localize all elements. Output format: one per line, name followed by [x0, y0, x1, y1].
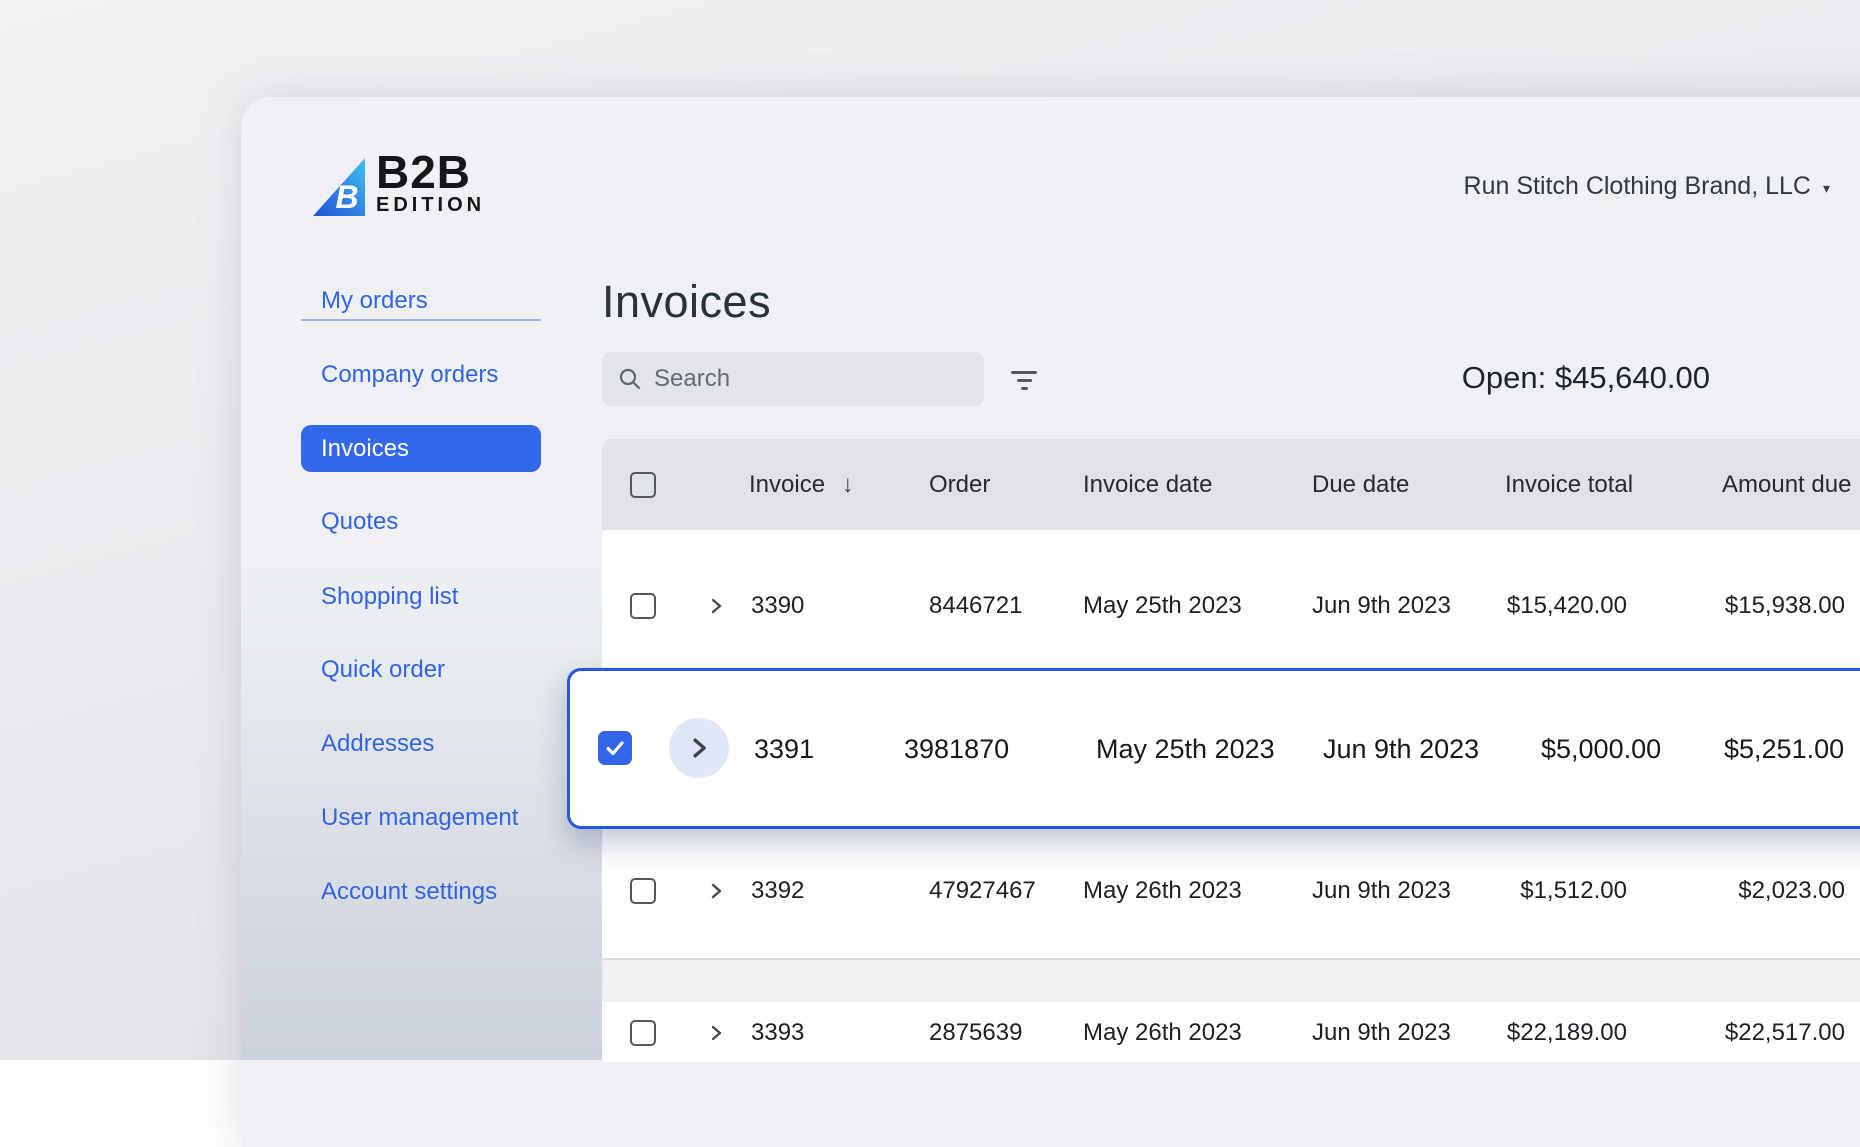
sidebar-divider	[301, 319, 541, 321]
cell-invoice: 3392	[751, 876, 804, 906]
cell-invoice-total: $5,000.00	[1541, 733, 1661, 765]
cell-invoice: 3393	[751, 1018, 804, 1048]
search-icon	[618, 367, 642, 391]
chevron-down-icon: ▾	[1823, 177, 1830, 197]
cell-due-date: Jun 9th 2023	[1312, 876, 1451, 906]
cell-invoice-total: $1,512.00	[1452, 876, 1627, 906]
svg-text:B: B	[335, 179, 358, 215]
sidebar-item-invoices[interactable]: Invoices	[301, 425, 541, 472]
cell-due-date: Jun 9th 2023	[1323, 733, 1479, 765]
expand-chevron-icon[interactable]	[706, 881, 726, 901]
cell-amount-due: $15,938.00	[1672, 591, 1845, 621]
cell-due-date: Jun 9th 2023	[1312, 1018, 1451, 1048]
brand-name: B2B	[376, 152, 485, 192]
cell-invoice-total: $22,189.00	[1452, 1018, 1627, 1048]
table-header-row: Invoice ↓ Order Invoice date Due date In…	[602, 439, 1860, 530]
row-checkbox-3391-checked[interactable]	[598, 731, 632, 765]
expand-chevron-icon	[686, 735, 712, 761]
sidebar-item-quick-order[interactable]: Quick order	[301, 650, 541, 690]
selected-table-row[interactable]: 3391 3981870 May 25th 2023 Jun 9th 2023 …	[567, 668, 1860, 829]
page-background: B B2B EDITION Run Stitch Clothing Brand,…	[0, 0, 1860, 1060]
cell-order: 3981870	[904, 733, 1009, 765]
open-total: Open: $45,640.00	[1300, 360, 1710, 396]
cell-order: 2875639	[929, 1018, 1022, 1048]
cell-invoice-date: May 26th 2023	[1083, 1018, 1242, 1048]
column-header-amount-due[interactable]: Amount due	[1722, 469, 1851, 501]
brand-edition: EDITION	[376, 192, 485, 218]
sidebar-item-company-orders[interactable]: Company orders	[301, 355, 541, 395]
filter-icon[interactable]	[1000, 360, 1048, 400]
search-input[interactable]	[654, 365, 968, 393]
cell-order: 47927467	[929, 876, 1036, 906]
company-name: Run Stitch Clothing Brand, LLC	[1464, 172, 1811, 201]
select-all-checkbox[interactable]	[630, 472, 656, 498]
column-header-due-date[interactable]: Due date	[1312, 469, 1409, 501]
search-box[interactable]	[602, 352, 984, 406]
cell-amount-due: $22,517.00	[1672, 1018, 1845, 1048]
row-checkbox-3390[interactable]	[630, 593, 656, 619]
cell-amount-due: $2,023.00	[1672, 876, 1845, 906]
column-header-invoice-date[interactable]: Invoice date	[1083, 469, 1212, 501]
expand-chevron-button[interactable]	[669, 718, 729, 778]
column-header-order[interactable]: Order	[929, 469, 990, 501]
expand-chevron-icon[interactable]	[706, 1023, 726, 1043]
column-header-invoice-total[interactable]: Invoice total	[1505, 469, 1633, 501]
cell-amount-due: $5,251.00	[1724, 733, 1844, 765]
column-header-invoice[interactable]: Invoice ↓	[749, 469, 854, 501]
sidebar-item-account-settings[interactable]: Account settings	[301, 872, 541, 912]
sidebar-item-my-orders[interactable]: My orders	[301, 281, 541, 321]
sidebar-item-user-management[interactable]: User management	[301, 798, 541, 838]
checkmark-icon	[603, 736, 627, 760]
company-selector[interactable]: Run Stitch Clothing Brand, LLC ▾	[1464, 172, 1830, 201]
expand-chevron-icon[interactable]	[706, 596, 726, 616]
row-checkbox-3393[interactable]	[630, 1020, 656, 1046]
row-checkbox-3392[interactable]	[630, 878, 656, 904]
cell-invoice-total: $15,420.00	[1452, 591, 1627, 621]
page-title: Invoices	[602, 276, 771, 328]
sidebar-item-quotes[interactable]: Quotes	[301, 502, 541, 542]
brand-logo: B B2B EDITION	[313, 152, 485, 218]
cell-invoice: 3391	[754, 733, 814, 765]
cell-order: 8446721	[929, 591, 1022, 621]
cell-invoice: 3390	[751, 591, 804, 621]
cell-due-date: Jun 9th 2023	[1312, 591, 1451, 621]
b2b-triangle-icon: B	[313, 158, 365, 216]
cell-invoice-date: May 26th 2023	[1083, 876, 1242, 906]
cell-invoice-date: May 25th 2023	[1083, 591, 1242, 621]
row-gap	[602, 960, 1860, 1002]
cell-invoice-date: May 25th 2023	[1096, 733, 1275, 765]
sort-desc-icon[interactable]: ↓	[832, 471, 854, 498]
sidebar-item-shopping-list[interactable]: Shopping list	[301, 577, 541, 617]
sidebar-item-addresses[interactable]: Addresses	[301, 724, 541, 764]
